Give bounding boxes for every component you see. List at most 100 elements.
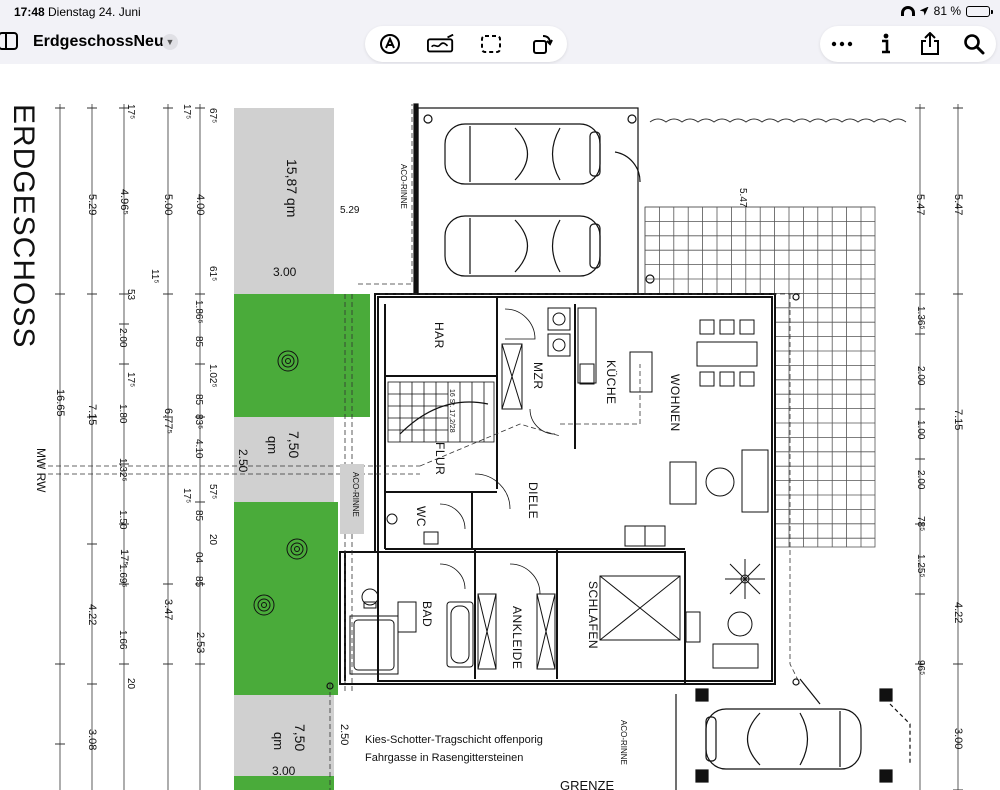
document-title[interactable]: ErdgeschossNeu bbox=[33, 33, 164, 51]
dim-small-3: 67⁵ bbox=[207, 108, 218, 124]
dim-right-inner-7: 96⁵ bbox=[915, 660, 926, 676]
room-flur: FLUR bbox=[433, 442, 447, 476]
dim-small-16: 1.02⁵ bbox=[207, 364, 218, 388]
dim-small-5: 2.00 bbox=[117, 328, 128, 348]
house-walls bbox=[339, 293, 776, 685]
search-icon[interactable] bbox=[960, 30, 988, 58]
markup-icon[interactable] bbox=[376, 30, 404, 58]
status-right: 81 % bbox=[900, 4, 993, 18]
garden-area-3 bbox=[234, 776, 334, 790]
dim-small-2: 17⁵ bbox=[181, 104, 192, 120]
room-wc: WC bbox=[414, 506, 428, 527]
room-schlafen: SCHLAFEN bbox=[586, 581, 600, 650]
room-mzr: MZR bbox=[531, 362, 545, 390]
room-wohnen: WOHNEN bbox=[668, 374, 682, 432]
toolbar: ErdgeschossNeu ▼ bbox=[0, 24, 1000, 64]
car-top-1 bbox=[444, 123, 601, 185]
dim-col2-1: 4.96⁵ bbox=[118, 189, 130, 215]
room-bad: BAD bbox=[420, 601, 434, 628]
dim-small-13: 11⁵ bbox=[149, 269, 160, 284]
chevron-down-icon[interactable]: ▼ bbox=[162, 34, 178, 50]
area-mid: 7,50 bbox=[286, 431, 302, 459]
dim-col4-2: 2.53 bbox=[194, 632, 206, 654]
garage-top bbox=[413, 103, 655, 295]
dim-small-21: 85 bbox=[193, 510, 204, 522]
area-top: 15,87 qm bbox=[284, 159, 300, 218]
area-top-width: 3.00 bbox=[273, 265, 297, 279]
dim-small-17: 85 bbox=[193, 394, 204, 406]
floor-title: ERDGESCHOSS bbox=[7, 104, 40, 349]
dim-small-19: 4.10 bbox=[193, 439, 204, 459]
status-bar: 17:48 Dienstag 24. Juni 81 % bbox=[0, 0, 1000, 24]
dim-col1-3: 4.22 bbox=[86, 604, 98, 626]
garden-area-1 bbox=[234, 294, 370, 417]
dim-small-10: 1.69⁵ bbox=[117, 564, 128, 588]
dim-small-1: 17⁵ bbox=[125, 104, 136, 120]
share-icon[interactable] bbox=[916, 30, 944, 58]
hedge bbox=[649, 118, 907, 123]
dim-small-27: 85 bbox=[193, 336, 204, 348]
battery-percent: 81 % bbox=[933, 4, 961, 18]
aco-rinne-1: ACO-RINNE bbox=[399, 164, 408, 209]
dim-small-18: 83⁵ bbox=[193, 414, 204, 430]
area-bottom-unit: qm bbox=[271, 732, 286, 751]
sidebar-icon[interactable] bbox=[0, 32, 18, 50]
note-line1: Kies-Schotter-Tragschicht offenporig bbox=[365, 734, 543, 746]
wifi-icon bbox=[900, 6, 915, 16]
dim-small-23: 85 bbox=[193, 576, 204, 588]
dim-small-22: 04 bbox=[193, 552, 204, 564]
signature-icon[interactable] bbox=[426, 30, 455, 58]
dim-small-11: 1.66 bbox=[117, 630, 128, 650]
dim-small-12: 20 bbox=[125, 678, 136, 690]
mw-rw-label: MW RW bbox=[34, 448, 48, 493]
dim-right-inner-1: 5.47 bbox=[914, 194, 926, 216]
aco-rinne-3: ACO-RINNE bbox=[619, 720, 628, 765]
dim-right-inner-6: 1.25⁵ bbox=[915, 554, 926, 578]
dim-col1-2: 16.65 bbox=[54, 389, 66, 417]
rotate-icon[interactable] bbox=[528, 30, 556, 58]
floor-plan-drawing bbox=[40, 103, 963, 790]
dim-col2-2: 7.15 bbox=[86, 404, 98, 426]
markup-toolbar bbox=[365, 26, 567, 62]
selection-icon[interactable] bbox=[477, 30, 505, 58]
dim-col3-1: 5.00 bbox=[162, 194, 174, 216]
dim-right-outer-1: 5.47 bbox=[952, 194, 964, 216]
dim-small-7: 1.80 bbox=[117, 404, 128, 424]
area-bottom-side: 2.50 bbox=[338, 724, 350, 746]
note-line2: Fahrgasse in Rasengittersteinen bbox=[365, 752, 524, 764]
dim-small-15: 61⁵ bbox=[207, 266, 218, 282]
dim-col1-4: 3.08 bbox=[86, 729, 98, 751]
dim-top: 5.47 bbox=[737, 188, 748, 208]
status-date: Dienstag 24. Juni bbox=[48, 5, 141, 19]
dim-col4-1: 4.00 bbox=[194, 194, 206, 216]
area-mid-width: 2.50 bbox=[236, 449, 250, 473]
room-ankleide: ANKLEIDE bbox=[510, 606, 524, 670]
room-har: HAR bbox=[432, 322, 446, 349]
dim-small-6: 17⁵ bbox=[125, 372, 136, 388]
dim-col3-2: 6.77⁵ bbox=[162, 408, 174, 434]
dim-col3-3: 3.47 bbox=[162, 599, 174, 621]
dim-col1-1: 5.29 bbox=[86, 194, 98, 216]
grenze-label: GRENZE bbox=[560, 778, 615, 790]
floor-plan[interactable]: ERDGESCHOSS 5.29 16.65 4.22 3.08 4.96⁵ 7… bbox=[0, 64, 1000, 790]
dim-small-25: 78⁵ bbox=[915, 516, 926, 532]
more-icon[interactable] bbox=[828, 30, 856, 58]
dim-right-inner-3: 2.00 bbox=[915, 366, 926, 386]
dim-right-inner-2: 1.36⁵ bbox=[915, 306, 926, 330]
room-diele: DIELE bbox=[526, 482, 540, 520]
area-mid-unit: qm bbox=[265, 436, 280, 455]
aco-rinne-2: ACO-RINNE bbox=[351, 472, 360, 517]
dim-small-14: 17⁵ bbox=[181, 488, 192, 504]
car-top-2 bbox=[444, 215, 601, 277]
dim-small-8: 1.32⁵ bbox=[117, 458, 128, 482]
dim-small-9: 1.50 bbox=[117, 510, 128, 530]
location-icon bbox=[919, 6, 929, 16]
dim-right-outer-2: 7.15 bbox=[952, 409, 964, 431]
dim-right-outer-4: 3.00 bbox=[952, 728, 964, 750]
dim-right-inner-4: 1.00 bbox=[915, 420, 926, 440]
dim-small-20: 57⁵ bbox=[207, 484, 218, 500]
info-icon[interactable] bbox=[872, 30, 900, 58]
dim-small-24: 20 bbox=[207, 534, 218, 546]
stair-label: 16 St. 17,2/28 bbox=[448, 389, 455, 433]
dim-right-inner-5: 2.00 bbox=[915, 470, 926, 490]
